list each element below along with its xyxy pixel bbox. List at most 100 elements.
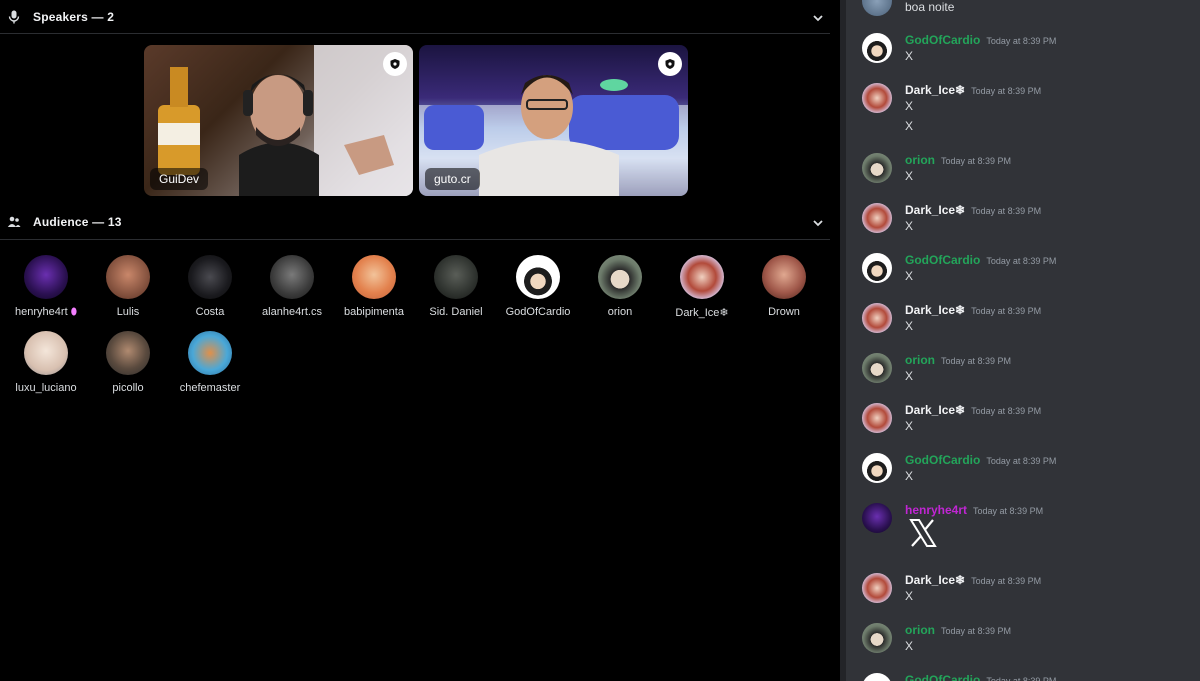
chat-avatar[interactable] bbox=[862, 503, 892, 533]
username-text[interactable]: orion bbox=[905, 623, 935, 637]
chat-username[interactable]: Dark_Ice❄ Today at 8:39 PM bbox=[905, 573, 1041, 587]
chat-username[interactable]: Dark_Ice❄ Today at 8:39 PM bbox=[905, 303, 1041, 317]
chat-username[interactable]: GodOfCardio Today at 8:39 PM bbox=[905, 453, 1056, 467]
audience-member[interactable]: Costa bbox=[169, 255, 251, 318]
member-name: Lulis bbox=[116, 306, 140, 318]
avatar bbox=[598, 255, 642, 299]
member-name: Sid. Daniel bbox=[429, 306, 483, 318]
audience-member[interactable]: orion bbox=[579, 255, 661, 318]
chat-username[interactable]: henryhe4rt Today at 8:39 PM bbox=[905, 503, 1043, 517]
member-name: alanhe4rt.cs bbox=[262, 306, 322, 318]
people-icon bbox=[7, 215, 21, 229]
username-text[interactable]: Dark_Ice❄ bbox=[905, 83, 965, 97]
username-text[interactable]: henryhe4rt bbox=[905, 503, 967, 517]
chat-avatar[interactable] bbox=[862, 83, 892, 113]
username-text[interactable]: orion bbox=[905, 153, 935, 167]
member-name: luxu_luciano bbox=[15, 382, 77, 394]
username-text[interactable]: GodOfCardio bbox=[905, 673, 980, 681]
message-timestamp: Today at 8:39 PM bbox=[986, 36, 1057, 46]
speakers-title: Speakers — 2 bbox=[33, 9, 115, 24]
audience-member[interactable]: alanhe4rt.cs bbox=[251, 255, 333, 318]
chat-username[interactable]: Dark_Ice❄ Today at 8:39 PM bbox=[905, 203, 1041, 217]
chat-avatar[interactable] bbox=[862, 453, 892, 483]
chat-avatar[interactable] bbox=[862, 253, 892, 283]
username-text[interactable]: Dark_Ice❄ bbox=[905, 203, 965, 217]
speaker-video-tile[interactable]: guto.cr bbox=[419, 45, 688, 196]
speaker-video-tile[interactable]: GuiDev bbox=[144, 45, 413, 196]
audience-member[interactable]: Lulis bbox=[87, 255, 169, 318]
message-timestamp: Today at 8:39 PM bbox=[971, 206, 1042, 216]
member-name: orion bbox=[607, 306, 633, 318]
message-text: X bbox=[905, 169, 914, 183]
audience-header[interactable]: Audience — 13 bbox=[0, 204, 830, 240]
audience-member[interactable]: luxu_luciano bbox=[5, 331, 87, 394]
username-text[interactable]: GodOfCardio bbox=[905, 33, 980, 47]
chat-username[interactable]: GodOfCardio Today at 8:39 PM bbox=[905, 673, 1056, 681]
chat-username[interactable]: Dark_Ice❄ Today at 8:39 PM bbox=[905, 403, 1041, 417]
member-name: GodOfCardio bbox=[505, 306, 571, 318]
member-name: Drown bbox=[768, 306, 800, 318]
avatar bbox=[188, 255, 232, 299]
chat-username[interactable]: orion Today at 8:39 PM bbox=[905, 623, 1011, 637]
avatar bbox=[270, 255, 314, 299]
message-text: X bbox=[905, 119, 914, 133]
chat-username[interactable]: GodOfCardio Today at 8:39 PM bbox=[905, 253, 1056, 267]
speaker-name: GuiDev bbox=[150, 168, 209, 190]
chat-avatar[interactable] bbox=[862, 153, 892, 183]
message-timestamp: Today at 8:39 PM bbox=[986, 676, 1057, 681]
message-text: X bbox=[905, 639, 914, 653]
chevron-down-icon[interactable] bbox=[811, 215, 825, 229]
avatar bbox=[24, 331, 68, 375]
audience-member[interactable]: Drown bbox=[743, 255, 825, 318]
audience-member[interactable]: Sid. Daniel bbox=[415, 255, 497, 318]
member-name: Costa bbox=[195, 306, 225, 318]
audience-member[interactable]: GodOfCardio bbox=[497, 255, 579, 318]
username-text[interactable]: GodOfCardio bbox=[905, 453, 980, 467]
username-text[interactable]: Dark_Ice❄ bbox=[905, 403, 965, 417]
message-timestamp: Today at 8:39 PM bbox=[973, 506, 1044, 516]
chat-username[interactable]: orion Today at 8:39 PM bbox=[905, 353, 1011, 367]
chat-avatar[interactable] bbox=[862, 353, 892, 383]
chat-username[interactable]: orion Today at 8:39 PM bbox=[905, 153, 1011, 167]
x-logo-icon bbox=[906, 516, 940, 550]
audience-member[interactable]: chefemaster bbox=[169, 331, 251, 394]
chat-avatar[interactable] bbox=[862, 403, 892, 433]
chat-avatar[interactable] bbox=[862, 303, 892, 333]
message-timestamp: Today at 8:39 PM bbox=[941, 356, 1012, 366]
chat-username[interactable]: Dark_Ice❄ Today at 8:39 PM bbox=[905, 83, 1041, 97]
avatar bbox=[762, 255, 806, 299]
chevron-down-icon[interactable] bbox=[811, 10, 825, 24]
audience-title: Audience — 13 bbox=[33, 214, 122, 229]
chat-avatar[interactable] bbox=[862, 203, 892, 233]
chat-avatar[interactable] bbox=[862, 573, 892, 603]
booster-gem-icon: ⬮ bbox=[70, 307, 77, 318]
member-name: chefemaster bbox=[179, 382, 241, 394]
speakers-header[interactable]: Speakers — 2 bbox=[0, 0, 830, 34]
avatar bbox=[434, 255, 478, 299]
stage-panel: Speakers — 2 GuiDev guto.cr Audience — 1… bbox=[0, 0, 840, 681]
member-name: Dark_Ice❄ bbox=[675, 307, 729, 319]
member-name: picollo bbox=[112, 382, 144, 394]
chat-avatar[interactable] bbox=[862, 623, 892, 653]
chat-avatar[interactable] bbox=[862, 673, 892, 681]
avatar bbox=[680, 255, 724, 299]
microphone-icon bbox=[7, 10, 21, 24]
audience-member[interactable]: babipimenta bbox=[333, 255, 415, 318]
username-text[interactable]: Dark_Ice❄ bbox=[905, 573, 965, 587]
audience-member[interactable]: henryhe4rt ⬮ bbox=[5, 255, 87, 318]
chat-avatar bbox=[862, 0, 892, 16]
message-text: X bbox=[905, 269, 914, 283]
message-timestamp: Today at 8:39 PM bbox=[986, 256, 1057, 266]
moderator-shield-icon bbox=[658, 52, 682, 76]
chat-panel[interactable]: boa noite GodOfCardio Today at 8:39 PM X Da… bbox=[840, 0, 1200, 681]
speaker-name: guto.cr bbox=[425, 168, 480, 190]
message-timestamp: Today at 8:39 PM bbox=[971, 576, 1042, 586]
chat-username[interactable]: GodOfCardio Today at 8:39 PM bbox=[905, 33, 1056, 47]
audience-member[interactable]: picollo bbox=[87, 331, 169, 394]
chat-avatar[interactable] bbox=[862, 33, 892, 63]
username-text[interactable]: orion bbox=[905, 353, 935, 367]
message-timestamp: Today at 8:39 PM bbox=[986, 456, 1057, 466]
username-text[interactable]: GodOfCardio bbox=[905, 253, 980, 267]
username-text[interactable]: Dark_Ice❄ bbox=[905, 303, 965, 317]
audience-member[interactable]: Dark_Ice❄ bbox=[661, 255, 743, 319]
